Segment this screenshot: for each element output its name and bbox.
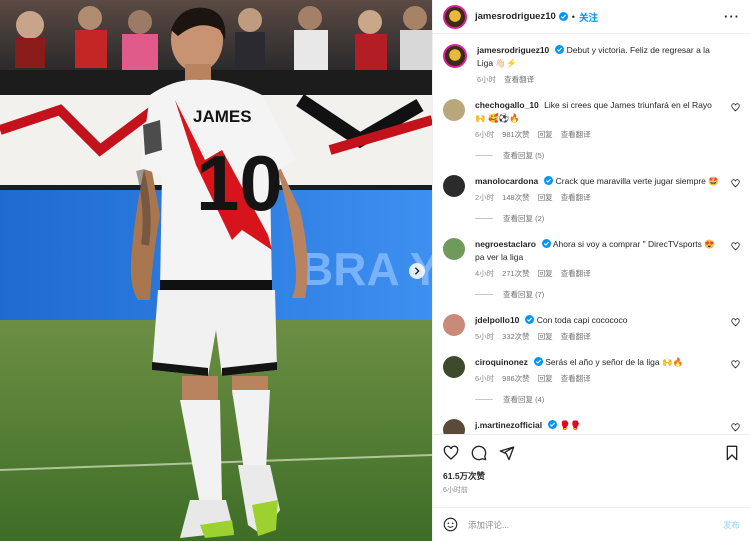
comment-username[interactable]: j.martinezofficial xyxy=(475,420,542,430)
comment-item: jdelpollo10 Con toda capi cocococo 5小时 332… xyxy=(443,314,740,342)
comment-translate-link[interactable]: 查看翻译 xyxy=(561,331,591,342)
post-photo: BRA Y JAMES 10 xyxy=(0,0,432,541)
comment-username[interactable]: negroestaclaro xyxy=(475,239,536,249)
add-comment-bar: 发布 xyxy=(433,507,750,541)
replies-line xyxy=(475,155,493,156)
post-caption: jamesrodriguez10 Debut y victoria. Feliz… xyxy=(443,44,740,85)
author-username[interactable]: jamesrodriguez10 xyxy=(475,11,556,22)
caption-avatar[interactable] xyxy=(443,44,467,68)
comment-icon[interactable] xyxy=(471,445,487,461)
verified-badge-icon xyxy=(548,420,558,429)
commenter-avatar[interactable] xyxy=(443,238,465,260)
likes-count[interactable]: 61.5万次赞 xyxy=(433,470,750,482)
view-replies-link[interactable]: 查看回复 (4) xyxy=(475,394,740,405)
comment-username[interactable]: manolocardona xyxy=(475,176,538,186)
comment-reply-button[interactable]: 回复 xyxy=(538,129,553,140)
verified-badge-icon xyxy=(555,45,565,54)
comment-text: Con toda capi cocococo xyxy=(536,315,628,325)
comment-username[interactable]: jdelpollo10 xyxy=(475,315,519,325)
caption-translate-link[interactable]: 查看翻译 xyxy=(504,74,534,85)
comment-item: negroestaclaro Ahora si voy a comprar " … xyxy=(443,238,740,279)
comment-reply-button[interactable]: 回复 xyxy=(538,268,553,279)
view-replies-link[interactable]: 查看回复 (7) xyxy=(475,289,740,300)
author-avatar[interactable] xyxy=(443,4,467,29)
comment-reply-button[interactable]: 回复 xyxy=(538,192,553,203)
comment-item: j.martinezofficial 🥊🥊6小时408次赞回复查看翻译 xyxy=(443,419,740,434)
separator-dot: • xyxy=(571,11,575,22)
comment-username[interactable]: ciroquinonez xyxy=(475,357,528,367)
comment-likes[interactable]: 986次赞 xyxy=(502,373,530,384)
verified-badge-icon xyxy=(544,176,554,185)
commenter-avatar[interactable] xyxy=(443,314,465,336)
caption-time: 6小时 xyxy=(477,75,497,84)
comment-heart-icon[interactable] xyxy=(731,423,740,432)
comment-time: 2小时 xyxy=(475,193,495,202)
comment-item: chechogallo_10 Like si crees que James t… xyxy=(443,99,740,140)
comment-item: manolocardona Crack que maravilla verte … xyxy=(443,175,740,203)
add-comment-input[interactable] xyxy=(468,519,723,530)
comment-time: 5小时 xyxy=(475,332,495,341)
comment-heart-icon[interactable] xyxy=(731,360,740,369)
post-comment-button[interactable]: 发布 xyxy=(723,519,740,531)
share-icon[interactable] xyxy=(499,445,515,461)
jersey-name: JAMES xyxy=(193,107,252,126)
verified-badge-icon xyxy=(541,239,551,248)
verified-badge-icon xyxy=(533,357,543,366)
commenter-avatar[interactable] xyxy=(443,175,465,197)
comment-time: 4小时 xyxy=(475,269,495,278)
verified-badge-icon xyxy=(558,12,568,21)
instagram-post-view: BRA Y JAMES 10 jamesrodriguez10 • 关注 ···… xyxy=(0,0,750,541)
comment-heart-icon[interactable] xyxy=(731,179,740,188)
post-actions-bar xyxy=(433,434,750,470)
verified-badge-icon xyxy=(525,315,535,324)
comment-likes[interactable]: 332次赞 xyxy=(502,331,530,342)
comment-translate-link[interactable]: 查看翻译 xyxy=(561,268,591,279)
commenter-avatar[interactable] xyxy=(443,99,465,121)
comment-likes[interactable]: 271次赞 xyxy=(502,268,530,279)
commenter-avatar[interactable] xyxy=(443,356,465,378)
comment-heart-icon[interactable] xyxy=(731,242,740,251)
comment-translate-link[interactable]: 查看翻译 xyxy=(561,373,591,384)
comment-time: 6小时 xyxy=(475,374,495,383)
heart-icon[interactable] xyxy=(443,445,459,461)
jersey-number: 10 xyxy=(196,139,283,227)
view-replies-link[interactable]: 查看回复 (5) xyxy=(475,150,740,161)
comment-item: ciroquinonez Serás el año y señor de la … xyxy=(443,356,740,384)
comments-list[interactable]: jamesrodriguez10 Debut y victoria. Feliz… xyxy=(433,34,750,434)
comment-likes[interactable]: 148次赞 xyxy=(502,192,530,203)
comment-time: 6小时 xyxy=(475,130,495,139)
view-replies-label[interactable]: 查看回复 (5) xyxy=(503,150,544,161)
comment-text: Crack que maravilla verte jugar siempre … xyxy=(555,176,719,186)
comment-text: 🥊🥊 xyxy=(559,420,581,430)
view-replies-link[interactable]: 查看回复 (2) xyxy=(475,213,740,224)
post-side-panel: jamesrodriguez10 • 关注 ··· jamesrodriguez… xyxy=(432,0,750,541)
comment-heart-icon[interactable] xyxy=(731,103,740,112)
chevron-right-icon xyxy=(414,267,420,275)
comment-text: Serás el año y señor de la liga 🙌🔥 xyxy=(545,357,684,367)
more-options-icon[interactable]: ··· xyxy=(724,9,740,24)
bookmark-icon[interactable] xyxy=(724,445,740,461)
replies-line xyxy=(475,218,493,219)
comment-likes[interactable]: 981次赞 xyxy=(502,129,530,140)
replies-line xyxy=(475,294,493,295)
post-time: 6小时前 xyxy=(443,487,468,494)
view-replies-label[interactable]: 查看回复 (4) xyxy=(503,394,544,405)
view-replies-label[interactable]: 查看回复 (7) xyxy=(503,289,544,300)
comment-reply-button[interactable]: 回复 xyxy=(538,373,553,384)
comment-username[interactable]: chechogallo_10 xyxy=(475,100,539,110)
comment-translate-link[interactable]: 查看翻译 xyxy=(561,129,591,140)
follow-button[interactable]: 关注 xyxy=(579,10,598,24)
replies-line xyxy=(475,399,493,400)
commenter-avatar[interactable] xyxy=(443,419,465,434)
view-replies-label[interactable]: 查看回复 (2) xyxy=(503,213,544,224)
comment-heart-icon[interactable] xyxy=(731,318,740,327)
post-header: jamesrodriguez10 • 关注 ··· xyxy=(433,0,750,34)
comment-reply-button[interactable]: 回复 xyxy=(538,331,553,342)
caption-username[interactable]: jamesrodriguez10 xyxy=(477,45,549,55)
smile-icon[interactable] xyxy=(443,517,458,532)
post-media[interactable]: BRA Y JAMES 10 xyxy=(0,0,432,541)
next-image-button[interactable] xyxy=(409,263,425,279)
comment-translate-link[interactable]: 查看翻译 xyxy=(561,192,591,203)
